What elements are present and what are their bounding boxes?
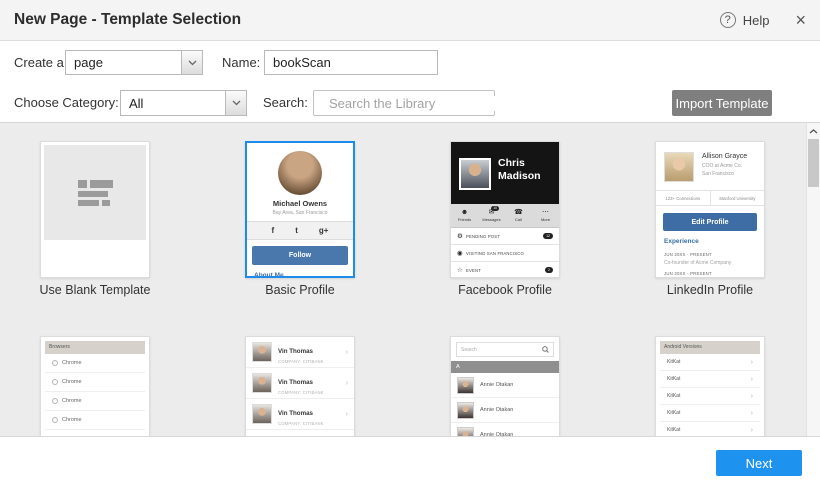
avatar (252, 342, 272, 362)
template-card-linkedin-profile[interactable]: Allison Grayce COO at Acme Co. San Franc… (655, 141, 765, 278)
avatar (278, 151, 322, 195)
experience-role: Co-founder of Acme Company (664, 260, 732, 266)
template-label-linkedin-profile: LinkedIn Profile (666, 283, 754, 297)
template-card-android-versions[interactable]: Android Versions KitKat › KitKat › KitKat ›… (655, 336, 765, 436)
dialog-header: New Page - Template Selection ? Help × (0, 0, 820, 41)
gear-icon: ⚙ (457, 233, 463, 240)
profile-title: COO at Acme Co. (702, 163, 743, 169)
chevron-right-icon: › (345, 410, 348, 418)
next-button[interactable]: Next (716, 450, 802, 476)
blank-template-thumbnail (44, 145, 146, 240)
template-label-facebook-profile: Facebook Profile (458, 283, 552, 297)
call-icon: ☎ (514, 209, 523, 216)
page-type-value: page (74, 55, 103, 70)
star-icon: ☆ (457, 267, 463, 274)
chevron-down-icon (225, 91, 246, 115)
chevron-down-icon (181, 51, 202, 74)
avatar (457, 401, 474, 419)
edit-profile-button: Edit Profile (663, 213, 757, 231)
avatar (457, 426, 474, 436)
scrollbar[interactable] (806, 123, 820, 436)
template-label-blank: Use Blank Template (39, 283, 151, 297)
radio-icon (52, 360, 58, 366)
chevron-right-icon: › (750, 392, 753, 400)
import-template-button[interactable]: Import Template (672, 90, 772, 116)
scrollbar-thumb[interactable] (808, 139, 819, 187)
avatar (252, 373, 272, 393)
about-me-link: About Me (254, 272, 284, 278)
avatar (457, 376, 474, 394)
search-input[interactable] (329, 95, 505, 111)
help-link[interactable]: Help (743, 13, 770, 28)
event-badge: 2 (545, 267, 553, 273)
template-grid: Use Blank Template Michael Owens Bay Are… (0, 122, 820, 437)
radio-icon (52, 417, 58, 423)
category-value: All (129, 95, 144, 111)
template-card-browsers-list[interactable]: Browsers Chrome Chrome Chrome Chrome (40, 336, 150, 436)
list-header: Android Versions (660, 341, 760, 354)
search-label: Search: (263, 95, 308, 110)
template-card-contacts-search[interactable]: Search A Annie Otakan Annie Otakan Annie… (450, 336, 560, 436)
profile-location: San Francisco (702, 171, 734, 177)
search-icon (542, 346, 549, 353)
choose-category-label: Choose Category: (14, 95, 119, 110)
template-card-blank[interactable] (40, 141, 150, 278)
friends-icon: ☻ (460, 209, 469, 216)
create-a-label: Create a (14, 55, 64, 70)
messages-badge: 10 (491, 206, 499, 211)
chevron-right-icon: › (750, 409, 753, 417)
new-page-template-dialog: New Page - Template Selection ? Help × C… (0, 0, 820, 486)
pending-post-badge: 12 (543, 233, 553, 239)
template-card-basic-profile[interactable]: Michael Owens Bay Area, San Francisco f … (245, 141, 355, 278)
section-header: A (451, 361, 559, 373)
dialog-title: New Page - Template Selection (14, 11, 242, 28)
social-icons-bar: f t g+ (247, 221, 353, 240)
more-icon: ⋯ (542, 209, 549, 216)
radio-icon (52, 379, 58, 385)
dialog-footer: Next (0, 438, 820, 486)
help-icon[interactable]: ? (719, 12, 736, 28)
mini-search-box: Search (456, 342, 554, 357)
name-input[interactable] (264, 50, 438, 75)
chevron-right-icon: › (750, 375, 753, 383)
profile-name: Chris Madison (498, 157, 541, 182)
wireframe-lines-icon (77, 179, 113, 206)
facebook-cover: Chris Madison (451, 142, 559, 204)
facebook-icon: f (271, 226, 275, 235)
profile-name: Michael Owens (272, 199, 328, 208)
template-card-facebook-profile[interactable]: Chris Madison ☻ Friends 10 ✉ Messages ☎ … (450, 141, 560, 278)
chevron-right-icon: › (345, 348, 348, 356)
chevron-right-icon: › (750, 358, 753, 366)
avatar (459, 158, 491, 190)
radio-icon (52, 398, 58, 404)
chevron-right-icon: › (750, 426, 753, 434)
facebook-toolbar: ☻ Friends 10 ✉ Messages ☎ Call ⋯ More (451, 204, 559, 228)
template-label-basic-profile: Basic Profile (265, 283, 335, 297)
name-label: Name: (222, 55, 261, 70)
scroll-up-arrow-icon[interactable] (807, 126, 820, 136)
twitter-icon: t (295, 226, 298, 235)
follow-button: Follow (252, 246, 348, 265)
avatar (664, 152, 694, 182)
profile-subtitle: Bay Area, San Francisco (272, 210, 328, 216)
school-name: Stanford University (719, 195, 756, 201)
close-icon[interactable]: × (795, 11, 806, 29)
template-card-contacts-list[interactable]: Vin Thomas COMPANY: CITIBANK › Vin Thomas… (245, 336, 355, 436)
chevron-right-icon: › (345, 379, 348, 387)
connections-bar: 123+ Connections Stanford University (656, 190, 764, 206)
experience-date: JUN 20XX - PRESENT (664, 252, 712, 257)
profile-name: Allison Grayce (702, 153, 748, 160)
category-select[interactable]: All (120, 90, 247, 116)
search-box (313, 90, 505, 116)
location-pin-icon: ◉ (457, 250, 463, 257)
experience-heading: Experience (664, 238, 699, 245)
googleplus-icon: g+ (318, 226, 329, 235)
list-header: Browsers (45, 341, 145, 354)
connections-count: 123+ Connections (656, 191, 711, 205)
avatar (252, 404, 272, 424)
page-type-select[interactable]: page (65, 50, 203, 75)
experience-date: JUN 20XX - PRESENT (664, 271, 712, 276)
